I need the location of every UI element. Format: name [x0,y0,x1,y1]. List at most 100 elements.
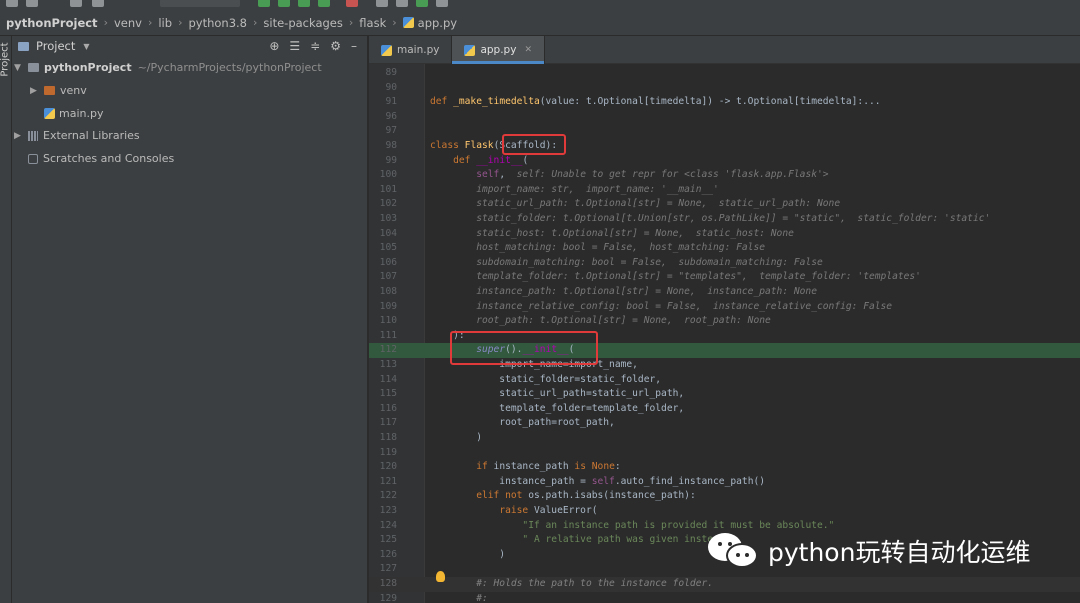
code-line[interactable]: 97 [369,124,1080,139]
code-line[interactable]: 110 root_path: t.Optional[str] = None, r… [369,314,1080,329]
code-line[interactable]: 89 [369,66,1080,81]
settings-icon[interactable] [396,0,408,7]
tree-item-label: main.py [59,107,104,120]
run-config-selector[interactable] [160,0,240,7]
line-number: 113 [379,359,397,370]
breadcrumb-item[interactable]: site-packages [263,16,342,30]
code-line[interactable]: 105 host_matching: bool = False, host_ma… [369,241,1080,256]
code-line[interactable]: 118 ) [369,431,1080,446]
chevron-right-icon[interactable]: ▶ [14,131,24,141]
tree-item-main-py[interactable]: main.py [44,107,103,120]
code-line[interactable]: 107 template_folder: t.Optional[str] = "… [369,270,1080,285]
line-number: 91 [385,96,397,108]
forward-icon[interactable] [92,0,104,7]
code-line[interactable]: 106 subdomain_matching: bool = False, su… [369,256,1080,271]
line-number: 89 [385,67,397,78]
code-line[interactable]: 121 instance_path = self.auto_find_insta… [369,475,1080,490]
stop-icon[interactable] [346,0,358,7]
sync-icon[interactable] [26,0,38,7]
project-tool-window-button[interactable]: Project [0,42,11,76]
code-line[interactable]: 99 def __init__( [369,154,1080,169]
folder-icon [18,41,29,51]
code-line[interactable]: 119 [369,446,1080,461]
folder-icon [44,86,55,95]
tree-item-path: ~/PycharmProjects/pythonProject [137,61,322,74]
breadcrumb-item[interactable]: pythonProject [6,16,98,30]
project-panel-title[interactable]: Project [36,39,75,53]
tree-item-scratches[interactable]: Scratches and Consoles [28,152,174,165]
folder-icon [28,63,39,72]
minimize-icon[interactable]: – [351,39,357,53]
code-line[interactable]: 100 self, self: Unable to get repr for <… [369,168,1080,183]
lightbulb-icon[interactable] [436,571,445,582]
code-line[interactable]: 104 static_host: t.Optional[str] = None,… [369,227,1080,242]
code-line[interactable]: 116 template_folder=template_folder, [369,402,1080,417]
code-line[interactable]: 91 def _make_timedelta(value: t.Optional[… [369,95,1080,110]
code-text: root_path: t.Optional[str] = None, root_… [464,315,771,327]
debug-icon[interactable] [278,0,290,7]
line-number: 101 [379,183,397,195]
tab-label: main.py [397,44,440,56]
code-text: instance_relative_config: bool = False, … [464,300,893,312]
code-line[interactable]: 129 #: [369,592,1080,603]
expand-all-icon[interactable]: ☰ [289,39,300,53]
breadcrumb-item[interactable]: python3.8 [188,16,247,30]
breadcrumb-item[interactable]: venv [114,16,142,30]
code-line[interactable]: 120 if instance_path is None: [369,460,1080,475]
tree-item-root[interactable]: ▼ pythonProject ~/PycharmProjects/python… [14,61,322,74]
chevron-down-icon[interactable]: ▼ [83,42,89,51]
editor-tabs: main.py app.py ✕ [369,36,1080,64]
save-icon[interactable] [6,0,18,7]
breadcrumb-item[interactable]: app.py [418,16,457,30]
code-text: def __init__( [453,154,529,166]
tree-item-venv[interactable]: ▶ venv [30,84,87,97]
coverage-icon[interactable] [298,0,310,7]
profile-icon[interactable] [318,0,330,7]
search-everywhere-icon[interactable] [436,0,448,7]
locate-icon[interactable]: ⊕ [269,39,279,53]
code-text: subdomain_matching: bool = False, subdom… [464,256,823,268]
tree-item-label: External Libraries [43,129,140,142]
code-line[interactable]: 122 elif not os.path.isabs(instance_path… [369,489,1080,504]
code-line[interactable]: 103 static_folder: t.Optional[t.Union[st… [369,212,1080,227]
code-line[interactable]: 114 static_folder=static_folder, [369,373,1080,388]
vcs-icon[interactable] [416,0,428,7]
code-line[interactable]: 115 static_url_path=static_url_path, [369,387,1080,402]
tree-item-external-libraries[interactable]: ▶ External Libraries [14,129,140,142]
tab-app-py[interactable]: app.py ✕ [452,36,545,64]
code-line[interactable]: 117 root_path=root_path, [369,416,1080,431]
line-number: 128 [379,578,397,589]
code-line[interactable]: 98 class Flask(Scaffold): [369,139,1080,154]
line-number: 108 [379,286,397,297]
run-icon[interactable] [258,0,270,7]
code-line[interactable]: 109 instance_relative_config: bool = Fal… [369,300,1080,315]
gear-icon[interactable]: ⚙ [330,39,341,53]
code-line[interactable]: 96 [369,110,1080,125]
code-text: self, self: Unable to get repr for <clas… [476,169,829,181]
code-line[interactable]: 101 import_name: str, import_name: '__ma… [369,183,1080,198]
back-icon[interactable] [70,0,82,7]
close-icon[interactable]: ✕ [524,45,532,55]
code-text: #: [430,592,488,603]
chevron-down-icon[interactable]: ▼ [14,63,24,73]
code-line[interactable]: 102 static_url_path: t.Optional[str] = N… [369,197,1080,212]
breadcrumb-item[interactable]: flask [359,16,386,30]
scratches-icon [28,153,38,164]
build-icon[interactable] [376,0,388,7]
chevron-right-icon[interactable]: ▶ [30,86,40,96]
tab-label: app.py [480,44,517,56]
breadcrumb-item[interactable]: lib [158,16,172,30]
code-editor[interactable]: 89 90 91 def _make_timedelta(value: t.Optio… [369,64,1080,603]
collapse-all-icon[interactable]: ≑ [310,39,320,53]
project-panel-header: Project ▼ ⊕ ☰ ≑ ⚙ – [12,36,367,56]
tab-main-py[interactable]: main.py [369,36,453,64]
line-number: 96 [385,110,397,122]
line-number: 125 [379,534,397,546]
code-text: static_url_path: t.Optional[str] = None,… [464,198,841,210]
line-number: 90 [385,81,397,93]
code-line[interactable]: 128 #: Holds the path to the instance fo… [369,577,1080,592]
code-line[interactable]: 123 raise ValueError( [369,504,1080,519]
code-text: import_name: str, import_name: '__main__… [464,183,719,195]
code-line[interactable]: 108 instance_path: t.Optional[str] = Non… [369,285,1080,300]
code-line[interactable]: 90 [369,81,1080,96]
